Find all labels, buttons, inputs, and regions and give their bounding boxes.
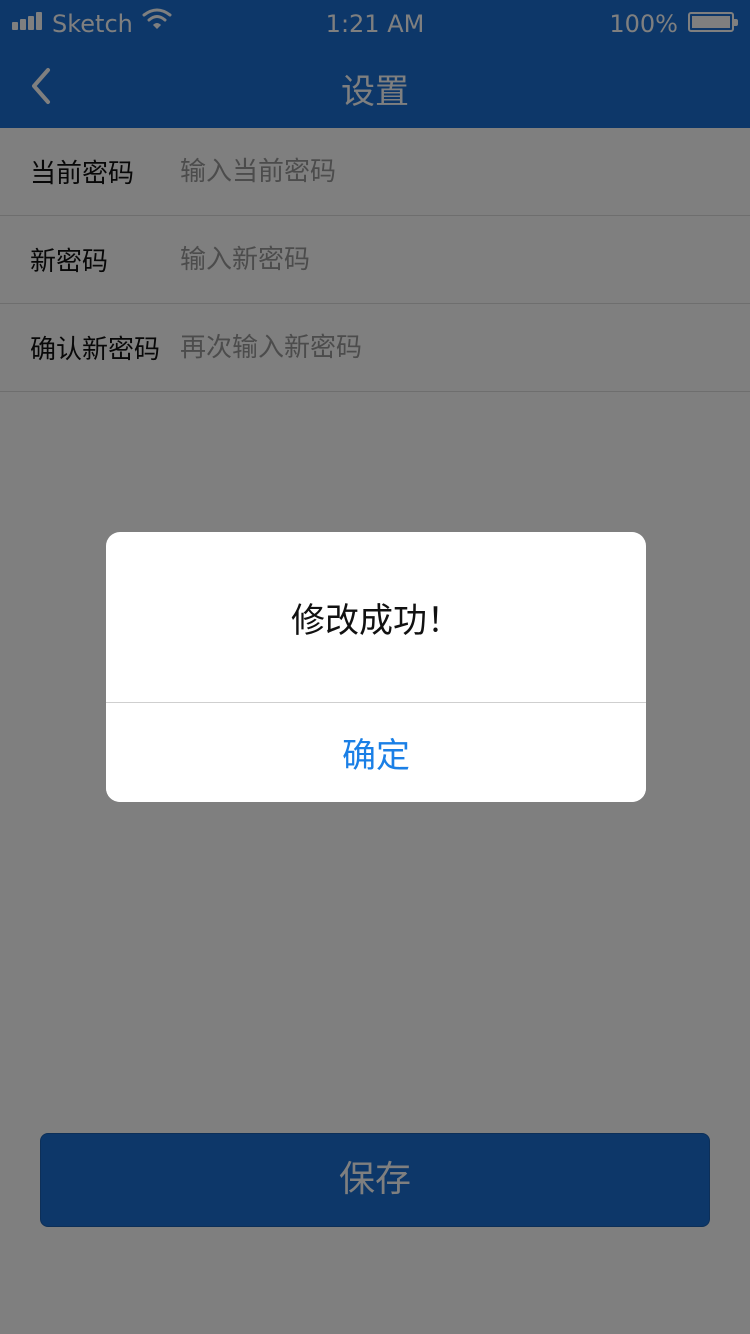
dialog-message: 修改成功！ bbox=[291, 600, 461, 641]
screen: Sketch 1:21 AM 100% 设置 当前密码 新 bbox=[0, 0, 750, 1334]
success-dialog: 修改成功！ 确定 bbox=[106, 532, 646, 802]
confirm-button[interactable]: 确定 bbox=[106, 703, 646, 802]
